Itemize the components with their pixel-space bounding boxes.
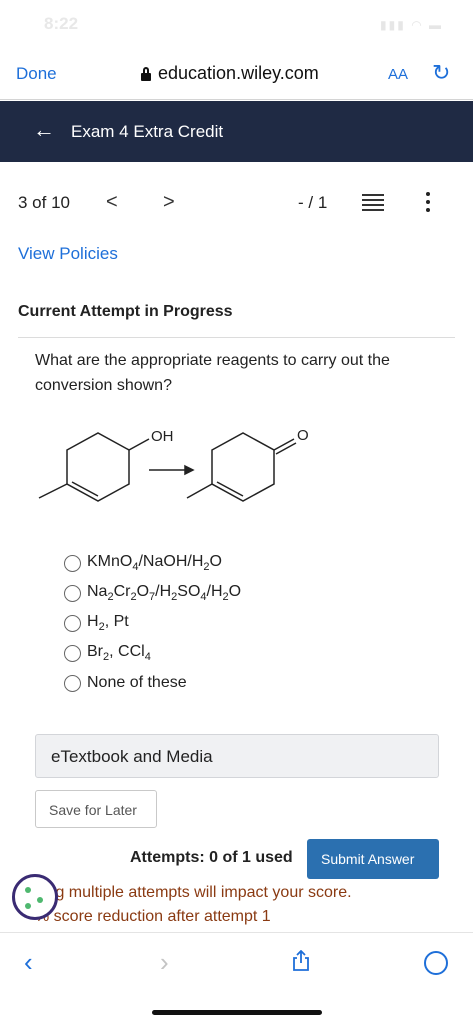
reactant-methyl bbox=[38, 483, 68, 499]
attempts-counter: Attempts: 0 of 1 used bbox=[130, 849, 293, 866]
answer-option[interactable]: Na2Cr2O7/H2SO4/H2O bbox=[64, 578, 241, 608]
signal-wifi-battery-icon: ▮▮▮ ◠ ▬ bbox=[380, 18, 443, 32]
view-policies-link[interactable]: View Policies bbox=[18, 244, 118, 264]
divider bbox=[18, 337, 455, 338]
question-content: View Policies Current Attempt in Progres… bbox=[0, 242, 455, 932]
answer-option[interactable]: H2, Pt bbox=[64, 608, 241, 638]
option-text: Br2, CCl4 bbox=[87, 642, 151, 664]
status-time: 8:22 bbox=[44, 14, 79, 33]
back-icon[interactable]: ‹ bbox=[24, 947, 33, 978]
reload-icon[interactable]: ↻ bbox=[432, 60, 450, 86]
radio-button[interactable] bbox=[64, 584, 81, 602]
answer-option[interactable]: None of these bbox=[64, 668, 241, 698]
radio-button[interactable] bbox=[64, 554, 81, 572]
submit-answer-button[interactable]: Submit Answer bbox=[307, 839, 439, 879]
page-title: Exam 4 Extra Credit bbox=[71, 122, 224, 141]
answer-option[interactable]: KMnO4/NaOH/H2O bbox=[64, 548, 241, 578]
page-header: ← Exam 4 Extra Credit bbox=[0, 101, 473, 162]
option-text: None of these bbox=[87, 674, 187, 691]
share-icon[interactable] bbox=[291, 950, 311, 972]
arrow-left-icon[interactable]: ← bbox=[33, 117, 55, 143]
reaction-diagram: OH O bbox=[38, 427, 309, 502]
etextbook-media-button[interactable]: eTextbook and Media bbox=[35, 734, 439, 778]
next-question-button[interactable]: > bbox=[163, 191, 175, 214]
option-text: Na2Cr2O7/H2SO4/H2O bbox=[87, 582, 242, 604]
url-bar[interactable]: education.wiley.com bbox=[140, 63, 319, 84]
list-icon[interactable] bbox=[362, 194, 384, 212]
reactant-ring bbox=[66, 432, 130, 502]
question-score: - / 1 bbox=[298, 193, 328, 212]
etextbook-label: eTextbook and Media bbox=[51, 747, 213, 766]
reactant-oh-label: OH bbox=[151, 428, 174, 445]
score-reduction-warning: % score reduction after attempt 1 bbox=[35, 908, 271, 925]
radio-button[interactable] bbox=[64, 644, 81, 662]
cookie-icon[interactable] bbox=[12, 874, 58, 920]
product-carbonyl-bond-2 bbox=[275, 442, 297, 455]
save-for-later-button[interactable]: Save for Later bbox=[35, 790, 157, 828]
reaction-arrowhead bbox=[184, 464, 195, 476]
save-label: Save for Later bbox=[49, 802, 137, 818]
question-count: 3 of 10 bbox=[18, 193, 70, 212]
text-size-button[interactable]: AA bbox=[388, 66, 408, 83]
reactant-oh-bond bbox=[128, 438, 150, 451]
done-button[interactable]: Done bbox=[16, 64, 57, 84]
answer-option[interactable]: Br2, CCl4 bbox=[64, 638, 241, 668]
url-text: education.wiley.com bbox=[158, 63, 319, 83]
product-methyl bbox=[186, 483, 213, 499]
question-nav: 3 of 10 < > - / 1 bbox=[0, 162, 473, 242]
radio-button[interactable] bbox=[64, 674, 81, 692]
option-text: H2, Pt bbox=[87, 612, 129, 634]
attempts-warning: sing multiple attempts will impact your … bbox=[35, 884, 352, 901]
browser-toolbar: ‹ › bbox=[0, 932, 473, 1024]
submit-label: Submit Answer bbox=[321, 851, 415, 867]
home-indicator bbox=[152, 1010, 322, 1015]
option-text: KMnO4/NaOH/H2O bbox=[87, 552, 222, 574]
answer-options: KMnO4/NaOH/H2O Na2Cr2O7/H2SO4/H2O H2, Pt… bbox=[64, 548, 241, 698]
forward-icon[interactable]: › bbox=[160, 947, 169, 978]
browser-bar: Done education.wiley.com AA ↻ bbox=[0, 50, 473, 100]
product-carbonyl-bond bbox=[273, 438, 295, 451]
attempt-heading: Current Attempt in Progress bbox=[18, 303, 233, 320]
product-ring bbox=[211, 432, 275, 502]
status-bar: 8:22 ▮▮▮ ◠ ▬ bbox=[0, 0, 473, 50]
question-text: What are the appropriate reagents to car… bbox=[35, 352, 390, 394]
more-vertical-icon[interactable] bbox=[424, 190, 432, 214]
previous-question-button[interactable]: < bbox=[106, 191, 118, 214]
product-o-label: O bbox=[297, 427, 309, 444]
radio-button[interactable] bbox=[64, 614, 81, 632]
compass-icon[interactable] bbox=[424, 951, 448, 975]
lock-icon bbox=[140, 66, 152, 81]
